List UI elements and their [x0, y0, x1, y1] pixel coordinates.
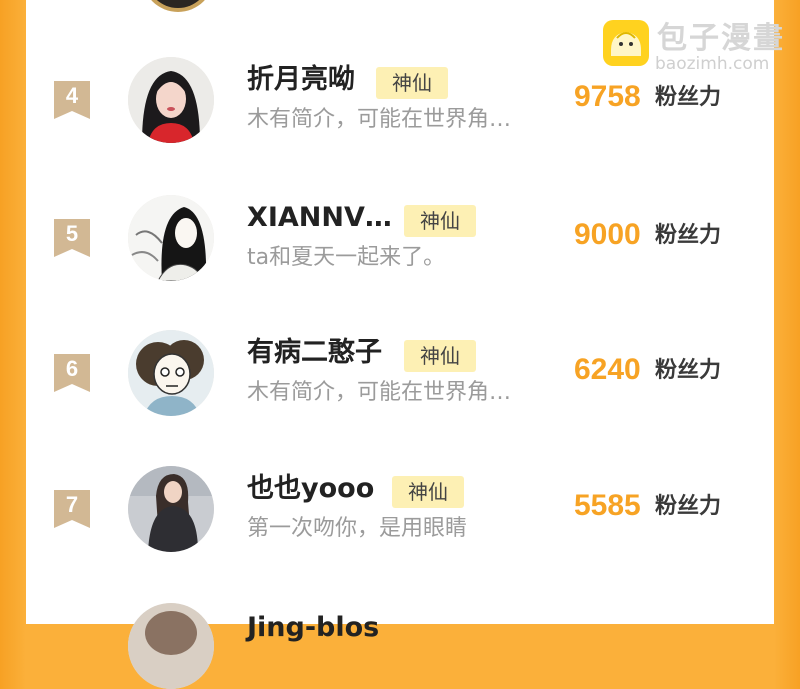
watermark-title: 包子漫畫 — [657, 21, 785, 56]
fans-count: 5585 — [574, 489, 641, 522]
user-bio: 木有简介，可能在世界角… — [247, 380, 512, 405]
list-item[interactable]: 6 有病二憨子 神仙 木有简介，可能在世界角… 6240 粉丝力 — [0, 330, 800, 430]
user-bio: ta和夏天一起来了。 — [247, 245, 446, 270]
avatar[interactable] — [128, 466, 214, 552]
rank-badge: 6 — [54, 354, 90, 392]
title-badge: 神仙 — [404, 205, 476, 237]
title-badge: 神仙 — [376, 67, 448, 99]
rank-badge: 5 — [54, 219, 90, 257]
rank-number: 5 — [65, 221, 79, 246]
user-name[interactable]: 折月亮呦 — [247, 63, 355, 97]
rank-number: 6 — [65, 356, 79, 381]
user-name[interactable]: 有病二憨子 — [247, 336, 382, 370]
rank-number: 4 — [65, 83, 79, 108]
list-item[interactable]: 5 XIANNV… 神仙 ta和夏天一起来了。 9000 粉丝力 — [0, 195, 800, 295]
fans-count: 9000 — [574, 218, 641, 251]
avatar[interactable] — [128, 195, 214, 281]
title-badge: 神仙 — [404, 340, 476, 372]
avatar[interactable] — [128, 57, 214, 143]
user-name[interactable]: XIANNV… — [247, 201, 392, 235]
rank-badge: 7 — [54, 490, 90, 528]
list-item[interactable]: 7 也也yooo 神仙 第一次吻你，是用眼睛 5585 粉丝力 — [0, 466, 800, 566]
user-bio: 第一次吻你，是用眼睛 — [247, 516, 468, 541]
fans-label: 粉丝力 — [655, 223, 722, 248]
title-badge: 神仙 — [392, 476, 464, 508]
list-item[interactable]: 4 折月亮呦 神仙 木有简介，可能在世界角… 9758 粉丝力 — [0, 57, 800, 157]
fans-label: 粉丝力 — [655, 85, 722, 110]
rank-badge: 4 — [54, 81, 90, 119]
fans-label: 粉丝力 — [655, 358, 722, 383]
fans-count: 6240 — [574, 353, 641, 386]
rank-number: 7 — [65, 492, 79, 517]
next-entry-name[interactable]: Jing-blos — [247, 612, 379, 643]
next-entry-avatar[interactable] — [128, 603, 214, 689]
user-name[interactable]: 也也yooo — [247, 472, 374, 506]
avatar[interactable] — [128, 330, 214, 416]
user-bio: 木有简介，可能在世界角… — [247, 107, 512, 132]
fans-count: 9758 — [574, 80, 641, 113]
fans-label: 粉丝力 — [655, 494, 722, 519]
